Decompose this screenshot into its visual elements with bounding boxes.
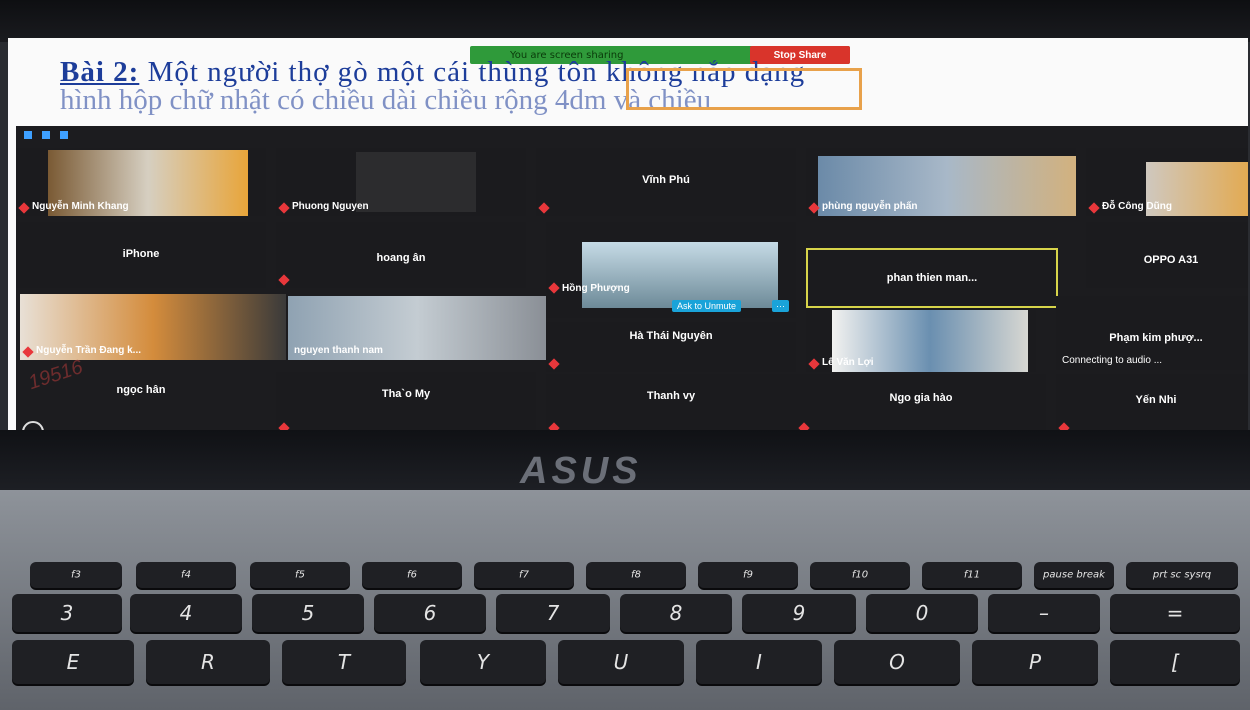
participant-name: Lê Văn Lợi: [822, 357, 874, 368]
muted-mic-icon: [538, 202, 550, 214]
participant-tile[interactable]: Lê Văn Lợi: [806, 310, 1036, 372]
key-6[interactable]: 6: [374, 594, 486, 632]
participant-name: Nguyễn Minh Khang: [32, 201, 129, 212]
key-u[interactable]: U: [558, 640, 684, 684]
muted-mic-icon: [1058, 422, 1070, 430]
key-f4[interactable]: f4: [136, 562, 236, 588]
participant-name: Vĩnh Phú: [642, 174, 690, 186]
view-controls[interactable]: [24, 131, 68, 139]
participant-name: nguyen thanh nam: [294, 345, 383, 356]
key-f5[interactable]: f5: [250, 562, 350, 588]
participant-tile[interactable]: Hà Thái Nguyên: [546, 322, 796, 372]
participant-tile[interactable]: Đỗ Công Dũng: [1086, 148, 1248, 216]
participant-video: [582, 242, 778, 308]
ask-to-unmute-button[interactable]: Ask to Unmute: [672, 300, 742, 312]
key-f11[interactable]: f11: [922, 562, 1022, 588]
key-r[interactable]: R: [146, 640, 270, 684]
muted-mic-icon: [548, 422, 560, 430]
key-f9[interactable]: f9: [698, 562, 798, 588]
participant-tile[interactable]: Vĩnh Phú: [536, 148, 796, 216]
participant-name: phan thien man...: [886, 272, 978, 284]
muted-mic-icon: [1088, 202, 1100, 214]
key-t[interactable]: T: [282, 640, 406, 684]
slide-problem-line2: hình hộp chữ nhật có chiều dài chiều rộn…: [60, 84, 712, 116]
laptop-logo: ASUS: [520, 450, 642, 492]
participant-tile[interactable]: Yến Nhi: [1056, 374, 1248, 430]
participant-tile-active-speaker[interactable]: phan thien man...: [806, 248, 1058, 308]
participant-tile[interactable]: OPPO A31: [1086, 222, 1248, 288]
key-pause[interactable]: pause break: [1034, 562, 1114, 588]
participant-name: Phạm kim phượ...: [1109, 332, 1203, 344]
key-f6[interactable]: f6: [362, 562, 462, 588]
menu-icon[interactable]: [42, 131, 50, 139]
grid-icon[interactable]: [60, 131, 68, 139]
participant-name: Phuong Nguyen: [292, 201, 369, 212]
participant-name: phùng nguyễn phấn: [822, 201, 918, 212]
participant-tile[interactable]: Nguyễn Trần Đang k...: [20, 294, 286, 360]
participant-name: Hồng Phượng: [562, 283, 630, 294]
participant-name: iPhone: [122, 248, 160, 260]
annotation-box: [626, 68, 862, 110]
minimize-icon[interactable]: [24, 131, 32, 139]
muted-mic-icon: [278, 422, 290, 430]
key-minus[interactable]: –: [988, 594, 1100, 632]
more-options-button[interactable]: ···: [772, 300, 789, 312]
gallery-view: Nguyễn Minh Khang Phuong Nguyen Vĩnh Phú…: [16, 126, 1248, 430]
participant-tile[interactable]: nguyen thanh nam: [288, 296, 546, 360]
laptop-bezel-bottom: ASUS: [0, 430, 1250, 492]
key-5[interactable]: 5: [252, 594, 364, 632]
key-prtsc[interactable]: prt sc sysrq: [1126, 562, 1238, 588]
participant-name: Đỗ Công Dũng: [1102, 201, 1172, 212]
participant-name: Ngo gia hào: [889, 392, 953, 404]
key-f8[interactable]: f8: [586, 562, 686, 588]
muted-mic-icon: [548, 358, 560, 370]
key-y[interactable]: Y: [420, 640, 546, 684]
participant-name: Thanh vy: [646, 390, 696, 402]
participant-tile[interactable]: Hồng Phượng Ask to Unmute ···: [546, 222, 796, 318]
laptop-bezel-top: [0, 0, 1250, 42]
muted-mic-icon: [278, 202, 290, 214]
key-f10[interactable]: f10: [810, 562, 910, 588]
participant-video: [356, 152, 476, 212]
participant-name: Nguyễn Trần Đang k...: [36, 345, 142, 356]
participant-tile[interactable]: Tha`o My: [276, 372, 536, 430]
muted-mic-icon: [18, 202, 30, 214]
key-8[interactable]: 8: [620, 594, 732, 632]
key-0[interactable]: 0: [866, 594, 978, 632]
keyboard: f3 f4 f5 f6 f7 f8 f9 f10 f11 pause break…: [0, 490, 1250, 710]
participant-tile[interactable]: Thanh vy: [546, 374, 796, 430]
participant-name: OPPO A31: [1143, 254, 1199, 266]
muted-mic-icon: [798, 422, 810, 430]
participant-tile[interactable]: iPhone: [16, 222, 266, 288]
key-f3[interactable]: f3: [30, 562, 122, 588]
key-4[interactable]: 4: [130, 594, 242, 632]
key-o[interactable]: O: [834, 640, 960, 684]
key-left-bracket[interactable]: [: [1110, 640, 1240, 684]
key-f7[interactable]: f7: [474, 562, 574, 588]
participant-tile[interactable]: Nguyễn Minh Khang: [16, 148, 266, 216]
key-3[interactable]: 3: [12, 594, 122, 632]
key-9[interactable]: 9: [742, 594, 856, 632]
participant-tile[interactable]: hoang ân: [276, 222, 526, 288]
connecting-audio-status: Connecting to audio ...: [1062, 355, 1163, 366]
muted-mic-icon: [808, 358, 820, 370]
participant-tile[interactable]: phùng nguyễn phấn: [806, 148, 1076, 216]
screen: You are screen sharing Stop Share Bài 2:…: [8, 38, 1248, 430]
participant-name: hoang ân: [376, 252, 426, 264]
key-e[interactable]: E: [12, 640, 134, 684]
key-i[interactable]: I: [696, 640, 822, 684]
participant-tile[interactable]: Phuong Nguyen: [276, 148, 526, 216]
participant-tile[interactable]: Phạm kim phượ... Connecting to audio ...: [1056, 296, 1248, 370]
key-equals[interactable]: =: [1110, 594, 1240, 632]
key-p[interactable]: P: [972, 640, 1098, 684]
participant-name: Yến Nhi: [1135, 394, 1177, 406]
key-7[interactable]: 7: [496, 594, 610, 632]
participant-name: Hà Thái Nguyên: [629, 330, 713, 342]
participant-tile[interactable]: Ngo gia hào: [796, 374, 1046, 430]
muted-mic-icon: [278, 274, 290, 286]
muted-mic-icon: [548, 282, 560, 294]
participant-name: Tha`o My: [381, 388, 431, 400]
